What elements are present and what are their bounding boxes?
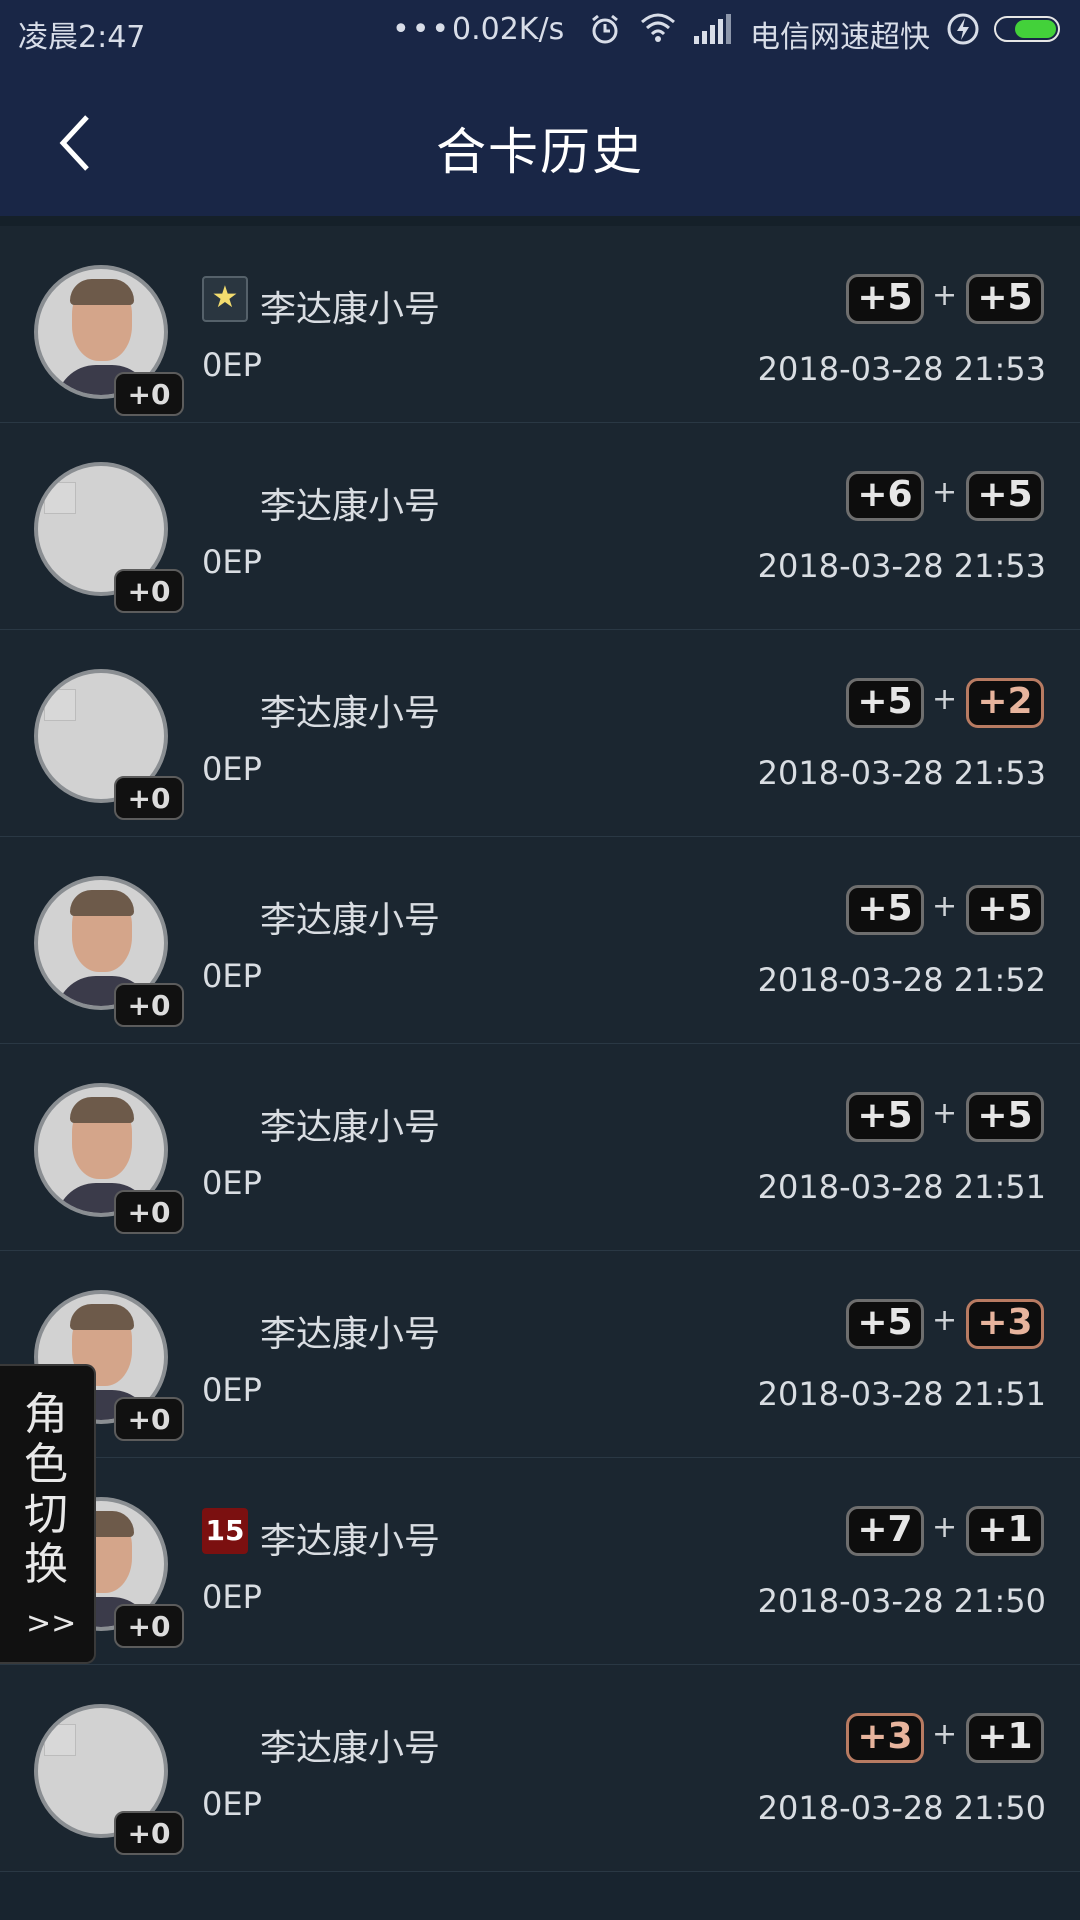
timestamp: 2018-03-28 21:53 <box>757 754 1046 792</box>
left-upgrade-badge: +5 <box>846 678 924 728</box>
plus-sign: + <box>932 1510 958 1545</box>
player-name: 李达康小号 <box>260 900 441 941</box>
history-row[interactable]: +0 李达康小号 0EP +5 + +3 2018-03-28 21:51 <box>0 1251 1080 1458</box>
level-tag: +0 <box>114 1811 184 1855</box>
history-list: +0 ★ 李达康小号 0EP +5 + +5 2018-03-28 21:53 +0 李达康小号 0… <box>0 216 1080 1872</box>
status-bar: 凌晨2:47 ••• 0.02K/s 电信网速超快 <box>0 0 1080 62</box>
avatar-hair <box>70 1304 134 1330</box>
image-placeholder-icon <box>44 482 76 514</box>
level-tag: +0 <box>114 983 184 1027</box>
history-row[interactable]: +0 15 李达康小号 0EP +7 + +1 2018-03-28 21:50 <box>0 1458 1080 1665</box>
page-title: 合卡历史 <box>436 123 644 181</box>
right-upgrade-badge: +3 <box>966 1299 1044 1349</box>
level-tag: +0 <box>114 372 184 416</box>
left-upgrade-badge: +7 <box>846 1506 924 1556</box>
right-upgrade-badge: +5 <box>966 885 1044 935</box>
role-switch-label: 角色切换 <box>24 1389 68 1590</box>
ep-value: 0EP <box>202 957 262 995</box>
plus-sign: + <box>932 1717 958 1752</box>
level-tag: +0 <box>114 1190 184 1234</box>
player-name: 李达康小号 <box>260 486 441 527</box>
history-row[interactable]: +0 李达康小号 0EP +3 + +1 2018-03-28 21:50 <box>0 1665 1080 1872</box>
timestamp: 2018-03-28 21:51 <box>757 1168 1046 1206</box>
history-row[interactable]: +0 李达康小号 0EP +6 + +5 2018-03-28 21:53 <box>0 423 1080 630</box>
player-name: 李达康小号 <box>260 289 441 330</box>
left-upgrade-badge: +5 <box>846 274 924 324</box>
left-upgrade-badge: +5 <box>846 1092 924 1142</box>
timestamp: 2018-03-28 21:52 <box>757 961 1046 999</box>
right-upgrade-badge: +2 <box>966 678 1044 728</box>
status-time: 凌晨2:47 <box>18 20 146 55</box>
player-name: 李达康小号 <box>260 693 441 734</box>
ep-value: 0EP <box>202 750 262 788</box>
player-name: 李达康小号 <box>260 1314 441 1355</box>
player-name: 李达康小号 <box>260 1521 441 1562</box>
alarm-clock-icon <box>588 12 622 54</box>
right-upgrade-badge: +5 <box>966 471 1044 521</box>
left-upgrade-badge: +3 <box>846 1713 924 1763</box>
history-row[interactable]: +0 李达康小号 0EP +5 + +5 2018-03-28 21:52 <box>0 837 1080 1044</box>
ep-value: 0EP <box>202 543 262 581</box>
status-dots: ••• <box>392 12 452 47</box>
history-row[interactable]: +0 李达康小号 0EP +5 + +2 2018-03-28 21:53 <box>0 630 1080 837</box>
plus-sign: + <box>932 1303 958 1338</box>
wifi-icon <box>638 10 678 52</box>
avatar-hair <box>70 1097 134 1123</box>
level-tag: +0 <box>114 776 184 820</box>
status-carrier: 电信网速超快 <box>750 20 930 55</box>
avatar-hair <box>70 890 134 916</box>
left-upgrade-badge: +5 <box>846 1299 924 1349</box>
plus-sign: + <box>932 278 958 313</box>
right-upgrade-badge: +5 <box>966 1092 1044 1142</box>
timestamp: 2018-03-28 21:50 <box>757 1582 1046 1620</box>
ep-value: 0EP <box>202 1164 262 1202</box>
image-placeholder-icon <box>44 689 76 721</box>
level-tag: +0 <box>114 1604 184 1648</box>
battery-indicator <box>994 16 1060 42</box>
ep-value: 0EP <box>202 346 262 384</box>
level-tag: +0 <box>114 569 184 613</box>
signal-icon <box>692 12 732 54</box>
left-upgrade-badge: +5 <box>846 885 924 935</box>
timestamp: 2018-03-28 21:53 <box>757 547 1046 585</box>
image-placeholder-icon <box>44 1724 76 1756</box>
header: 合卡历史 <box>0 62 1080 216</box>
double-chevron-right-icon: >> <box>26 1606 77 1641</box>
history-row[interactable]: +0 李达康小号 0EP +5 + +5 2018-03-28 21:51 <box>0 1044 1080 1251</box>
plus-sign: + <box>932 682 958 717</box>
right-upgrade-badge: +1 <box>966 1506 1044 1556</box>
plus-sign: + <box>932 1096 958 1131</box>
role-switch-tab[interactable]: 角色切换 >> <box>0 1364 96 1664</box>
plus-sign: + <box>932 475 958 510</box>
timestamp: 2018-03-28 21:50 <box>757 1789 1046 1827</box>
battery-fill <box>1015 20 1056 38</box>
player-name: 李达康小号 <box>260 1728 441 1769</box>
plus-sign: + <box>932 889 958 924</box>
avatar-hair <box>70 279 134 305</box>
timestamp: 2018-03-28 21:53 <box>757 350 1046 388</box>
right-upgrade-badge: +5 <box>966 274 1044 324</box>
right-upgrade-badge: +1 <box>966 1713 1044 1763</box>
ep-value: 0EP <box>202 1371 262 1409</box>
ep-value: 0EP <box>202 1578 262 1616</box>
status-net-speed: 0.02K/s <box>452 12 565 47</box>
level-tag: +0 <box>114 1397 184 1441</box>
history-row[interactable]: +0 ★ 李达康小号 0EP +5 + +5 2018-03-28 21:53 <box>0 216 1080 423</box>
timestamp: 2018-03-28 21:51 <box>757 1375 1046 1413</box>
ep-value: 0EP <box>202 1785 262 1823</box>
left-upgrade-badge: +6 <box>846 471 924 521</box>
charging-icon <box>946 12 980 54</box>
player-name: 李达康小号 <box>260 1107 441 1148</box>
star-badge-icon: ★ <box>202 276 248 322</box>
season-15-badge-icon: 15 <box>202 1508 248 1554</box>
